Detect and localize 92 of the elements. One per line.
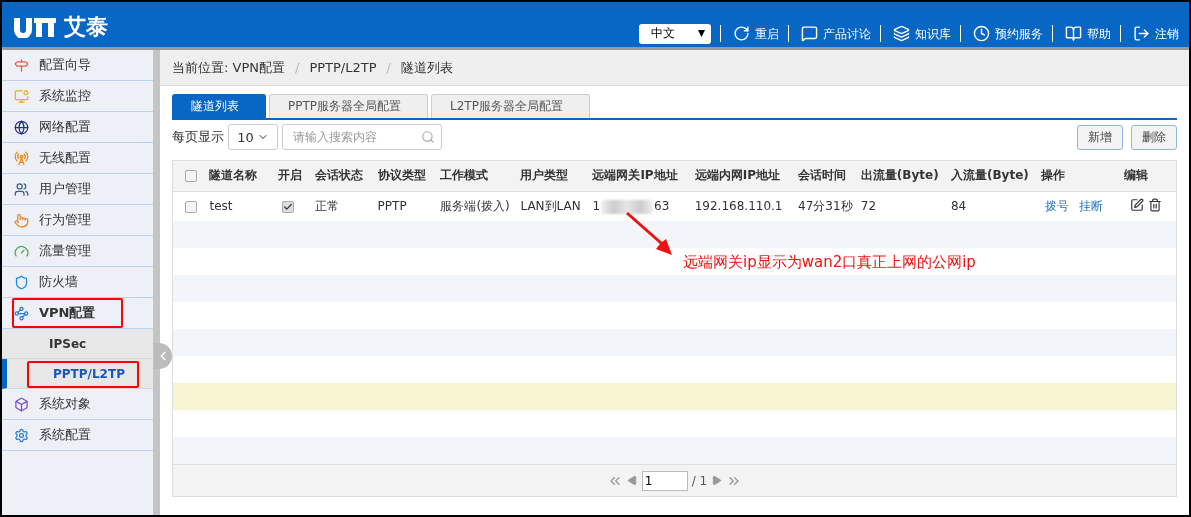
table-cell: 63 bbox=[654, 199, 670, 213]
tab[interactable]: 隧道列表 bbox=[172, 94, 266, 118]
antenna-icon bbox=[14, 150, 29, 166]
table-cell: LAN到LAN bbox=[520, 198, 581, 213]
network-icon bbox=[14, 305, 29, 321]
column-header: 协议类型 bbox=[375, 161, 439, 191]
blurred-region bbox=[601, 199, 653, 214]
brand-name: 艾泰 bbox=[64, 13, 108, 41]
column-header: 出流量(Byte) bbox=[858, 161, 949, 191]
header-menu-link[interactable]: 预约服务 bbox=[960, 25, 1043, 42]
page-size-label: 每页显示 bbox=[172, 128, 224, 146]
breadcrumb-separator: / bbox=[295, 60, 300, 75]
toolbar-button[interactable]: 新增 bbox=[1077, 124, 1123, 150]
table-cell: 47分31秒 bbox=[798, 198, 853, 213]
column-header: 会话时间 bbox=[796, 161, 859, 191]
sidebar-item[interactable]: 系统监控 bbox=[2, 81, 153, 112]
sidebar-item[interactable]: 网络配置 bbox=[2, 112, 153, 143]
layers-icon bbox=[893, 25, 910, 42]
next-page-icon[interactable] bbox=[711, 475, 723, 486]
sidebar-item[interactable]: 行为管理 bbox=[2, 205, 153, 236]
annotation-text: 远端网关ip显示为wan2口真正上网的公网ip bbox=[683, 253, 976, 272]
breadcrumb-label: 当前位置: VPN配置 bbox=[172, 58, 285, 77]
search-field[interactable]: 请输入搜索内容 bbox=[282, 124, 442, 150]
column-header: 用户类型 bbox=[518, 161, 591, 191]
column-header: 编辑 bbox=[1122, 161, 1176, 191]
globe-icon bbox=[14, 119, 29, 135]
sidebar-item[interactable]: 系统对象 bbox=[2, 389, 153, 420]
caret-icon bbox=[698, 30, 705, 37]
hand-icon bbox=[14, 212, 29, 228]
sidebar-subitem[interactable]: PPTP/L2TP bbox=[2, 359, 153, 389]
signpost-icon bbox=[14, 57, 29, 73]
clock-icon bbox=[973, 25, 990, 42]
breadcrumb-separator: / bbox=[386, 60, 391, 75]
breadcrumb-item: 隧道列表 bbox=[400, 58, 453, 77]
table-cell: 服务端(拨入) bbox=[440, 198, 510, 213]
table-cell: PPTP bbox=[377, 199, 407, 214]
column-header: 开启 bbox=[276, 161, 313, 191]
sidebar-item[interactable]: 配置向导 bbox=[2, 50, 153, 81]
logout-icon bbox=[1133, 25, 1150, 42]
chat-icon bbox=[801, 25, 818, 42]
settings-icon bbox=[14, 427, 29, 443]
shield-icon bbox=[14, 274, 29, 290]
table-cell: 1 bbox=[592, 199, 600, 213]
tab[interactable]: PPTP服务器全局配置 bbox=[269, 94, 429, 118]
table-cell: 72 bbox=[860, 199, 877, 214]
previous-page-icon[interactable] bbox=[626, 475, 638, 486]
users-icon bbox=[14, 181, 29, 197]
enabled-checkbox[interactable] bbox=[282, 200, 295, 213]
column-header: 操作 bbox=[1039, 161, 1123, 191]
column-header: 隧道名称 bbox=[207, 161, 277, 191]
column-header: 工作模式 bbox=[438, 161, 519, 191]
refresh-icon bbox=[733, 25, 750, 42]
logo-icon bbox=[12, 16, 58, 38]
edit-icon[interactable] bbox=[1130, 197, 1145, 212]
sidebar-item[interactable]: 流量管理 bbox=[2, 236, 153, 267]
column-header: 入流量(Byte) bbox=[949, 161, 1040, 191]
header-menu-link[interactable]: 知识库 bbox=[880, 25, 951, 42]
header-menu-link[interactable]: 重启 bbox=[720, 25, 779, 42]
select-all-checkbox[interactable] bbox=[185, 170, 197, 183]
sidebar-subitem[interactable]: IPSec bbox=[2, 329, 153, 359]
table-cell: 192.168.110.1 bbox=[694, 199, 783, 214]
sidebar-item[interactable]: 无线配置 bbox=[2, 143, 153, 174]
page-size-select[interactable]: 10 bbox=[228, 124, 278, 150]
toolbar-button[interactable]: 删除 bbox=[1131, 124, 1177, 150]
column-header: 会话状态 bbox=[312, 161, 376, 191]
row-checkbox[interactable] bbox=[185, 200, 197, 213]
header-menu-link[interactable]: 注销 bbox=[1120, 25, 1179, 42]
collapse-handle[interactable] bbox=[154, 343, 172, 369]
book-icon bbox=[1065, 25, 1082, 42]
action-link[interactable]: 拨号 bbox=[1045, 198, 1070, 213]
delete-icon[interactable] bbox=[1148, 197, 1163, 212]
tab[interactable]: L2TP服务器全局配置 bbox=[431, 94, 590, 118]
monitor-icon bbox=[14, 88, 29, 104]
annotation-arrow bbox=[624, 212, 674, 257]
table-cell: test bbox=[209, 199, 233, 214]
column-header: 远端内网IP地址 bbox=[692, 161, 796, 191]
sidebar-item[interactable]: 用户管理 bbox=[2, 174, 153, 205]
cube-icon bbox=[14, 396, 29, 412]
column-header: 远端网关IP地址 bbox=[590, 161, 693, 191]
language-select[interactable]: 中文 bbox=[639, 23, 711, 44]
table-cell: 84 bbox=[951, 199, 967, 214]
sidebar-item[interactable]: 防火墙 bbox=[2, 267, 153, 298]
breadcrumb-item: PPTP/L2TP bbox=[309, 60, 377, 75]
search-icon bbox=[421, 130, 435, 144]
gauge-icon bbox=[14, 243, 29, 259]
page-total: / 1 bbox=[691, 473, 708, 488]
header-menu-link[interactable]: 帮助 bbox=[1052, 25, 1111, 42]
header-menu-link[interactable]: 产品讨论 bbox=[788, 25, 871, 42]
table-cell: 正常 bbox=[314, 198, 339, 213]
action-link[interactable]: 挂断 bbox=[1079, 198, 1104, 213]
sidebar-item[interactable]: 系统配置 bbox=[2, 420, 153, 451]
page-input[interactable]: 1 bbox=[641, 470, 688, 491]
